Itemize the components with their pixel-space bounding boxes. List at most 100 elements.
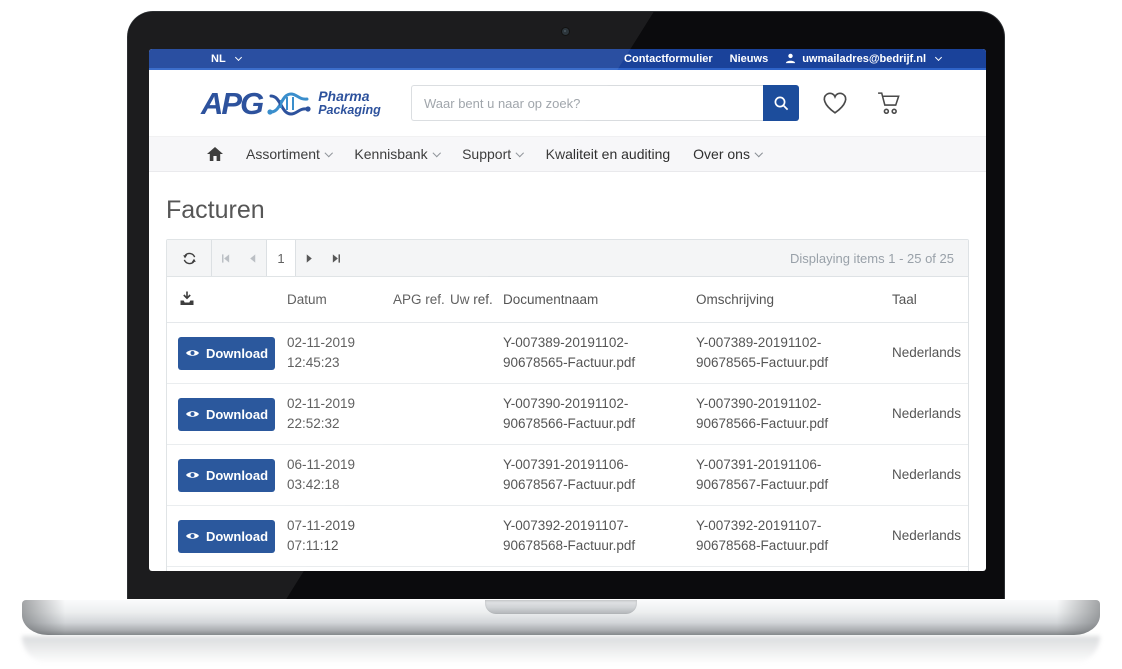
- table-row: Download 07-11-2019 07:11:12 Y-007392-20…: [167, 506, 968, 567]
- nav-item[interactable]: Assortiment: [246, 146, 331, 162]
- cell-taal: Nederlands: [892, 526, 970, 546]
- refresh-icon: [182, 251, 197, 266]
- nav-item-label: Kennisbank: [354, 146, 427, 162]
- top-utility-bar: NL Contactformulier Nieuws uwmailadres@b…: [149, 49, 986, 70]
- download-button[interactable]: Download: [178, 337, 275, 370]
- news-link[interactable]: Nieuws: [730, 53, 769, 65]
- download-button-label: Download: [206, 346, 268, 361]
- chevron-down-icon: [432, 149, 440, 157]
- cell-omschrijving: Y-007391-20191106- 90678567-Factuur.pdf: [696, 455, 892, 494]
- search-bar: [411, 85, 799, 121]
- cell-documentnaam: Y-007392-20191107- 90678568-Factuur.pdf: [503, 516, 696, 555]
- contact-link[interactable]: Contactformulier: [624, 53, 713, 65]
- chevron-down-icon: [935, 54, 942, 61]
- cell-taal: Nederlands: [892, 465, 970, 485]
- logo-pharma-text: Pharma: [318, 89, 381, 104]
- apg-pharma-packaging-logo[interactable]: APG Pharma Packaging: [201, 87, 401, 119]
- chevron-down-icon: [755, 149, 763, 157]
- refresh-button[interactable]: [167, 240, 211, 276]
- main-navigation: Assortiment Kennisbank Support K: [149, 136, 986, 172]
- previous-page-icon: [248, 253, 257, 264]
- download-button[interactable]: Download: [178, 459, 275, 492]
- eye-icon: [185, 409, 200, 419]
- next-page-button[interactable]: [296, 240, 323, 276]
- cell-documentnaam: Y-007389-20191102- 90678565-Factuur.pdf: [503, 333, 696, 372]
- chevron-down-icon: [516, 149, 524, 157]
- eye-icon: [185, 348, 200, 358]
- column-header-documentnaam[interactable]: Documentnaam: [503, 292, 696, 307]
- cell-documentnaam: Y-007390-20191102- 90678566-Factuur.pdf: [503, 394, 696, 433]
- download-button[interactable]: Download: [178, 520, 275, 553]
- nav-item[interactable]: Kennisbank: [354, 146, 439, 162]
- download-column-icon[interactable]: [179, 291, 195, 306]
- account-menu[interactable]: uwmailadres@bedrijf.nl: [785, 53, 941, 65]
- language-selector[interactable]: NL: [211, 53, 241, 65]
- chevron-down-icon: [235, 54, 242, 61]
- laptop-mockup: NL Contactformulier Nieuws uwmailadres@b…: [0, 0, 1122, 669]
- browser-viewport: NL Contactformulier Nieuws uwmailadres@b…: [149, 49, 986, 571]
- wishlist-heart-icon[interactable]: [821, 91, 849, 116]
- nav-item[interactable]: Over ons: [693, 146, 761, 162]
- eye-icon: [185, 470, 200, 480]
- current-page-number[interactable]: 1: [266, 240, 296, 276]
- cell-taal: Nederlands: [892, 404, 970, 424]
- previous-page-button[interactable]: [239, 240, 266, 276]
- nav-item-label: Kwaliteit en auditing: [546, 146, 671, 162]
- download-button-label: Download: [206, 468, 268, 483]
- column-header-omschrijving[interactable]: Omschrijving: [696, 292, 892, 307]
- column-header-apg-ref[interactable]: APG ref.: [393, 292, 450, 307]
- table-toolbar: 1 Displaying items 1 - 25 of 25: [167, 240, 968, 277]
- cell-omschrijving: Y-007392-20191107- 90678568-Factuur.pdf: [696, 516, 892, 555]
- table-row: Download 02-11-2019 12:45:23 Y-007389-20…: [167, 323, 968, 384]
- column-header-uw-ref[interactable]: Uw ref.: [450, 292, 503, 307]
- webcam-icon: [562, 28, 569, 35]
- laptop-base: [22, 599, 1100, 635]
- download-button-label: Download: [206, 407, 268, 422]
- table-row: Download 02-11-2019 22:52:32 Y-007390-20…: [167, 384, 968, 445]
- search-button[interactable]: [763, 85, 799, 121]
- next-page-icon: [305, 253, 314, 264]
- laptop-bezel: NL Contactformulier Nieuws uwmailadres@b…: [127, 11, 1005, 600]
- cell-datum: 06-11-2019 03:42:18: [287, 455, 393, 494]
- last-page-button[interactable]: [323, 240, 350, 276]
- cell-datum: 02-11-2019 22:52:32: [287, 394, 393, 433]
- site-header: APG Pharma Packaging: [149, 70, 986, 136]
- chevron-down-icon: [325, 149, 333, 157]
- column-header-taal[interactable]: Taal: [892, 292, 970, 307]
- nav-item-label: Over ons: [693, 146, 750, 162]
- cell-documentnaam: Y-007391-20191106- 90678567-Factuur.pdf: [503, 455, 696, 494]
- nav-item[interactable]: Kwaliteit en auditing: [546, 146, 671, 162]
- cell-datum: 07-11-2019 07:11:12: [287, 516, 393, 555]
- table-header-row: Datum APG ref. Uw ref. Documentnaam Omsc…: [167, 277, 968, 323]
- page-title: Facturen: [166, 196, 986, 225]
- cell-omschrijving: Y-007390-20191102- 90678566-Factuur.pdf: [696, 394, 892, 433]
- invoices-table-card: 1 Displaying items 1 - 25 of 25: [166, 239, 969, 571]
- first-page-button[interactable]: [212, 240, 239, 276]
- laptop-lid-notch: [485, 600, 637, 614]
- first-page-icon: [220, 253, 231, 264]
- search-icon: [773, 95, 790, 112]
- search-input[interactable]: [411, 85, 763, 121]
- eye-icon: [185, 531, 200, 541]
- cell-taal: Nederlands: [892, 343, 970, 363]
- user-icon: [785, 53, 796, 64]
- user-email: uwmailadres@bedrijf.nl: [802, 53, 926, 65]
- home-icon[interactable]: [207, 147, 223, 161]
- table-row: Download 06-11-2019 03:42:18 Y-007391-20…: [167, 445, 968, 506]
- logo-wordmark: APG: [201, 88, 262, 119]
- cell-omschrijving: Y-007389-20191102- 90678565-Factuur.pdf: [696, 333, 892, 372]
- nav-item-label: Support: [462, 146, 511, 162]
- last-page-icon: [331, 253, 342, 264]
- nav-item[interactable]: Support: [462, 146, 523, 162]
- laptop-reflection: [22, 636, 1100, 664]
- language-label: NL: [211, 53, 226, 65]
- nav-item-label: Assortiment: [246, 146, 320, 162]
- paging-status: Displaying items 1 - 25 of 25: [790, 240, 968, 276]
- dna-helix-icon: [266, 87, 312, 119]
- download-button-label: Download: [206, 529, 268, 544]
- cell-datum: 02-11-2019 12:45:23: [287, 333, 393, 372]
- column-header-datum[interactable]: Datum: [287, 292, 393, 307]
- download-button[interactable]: Download: [178, 398, 275, 431]
- logo-packaging-text: Packaging: [318, 104, 381, 117]
- shopping-cart-icon[interactable]: [876, 91, 903, 116]
